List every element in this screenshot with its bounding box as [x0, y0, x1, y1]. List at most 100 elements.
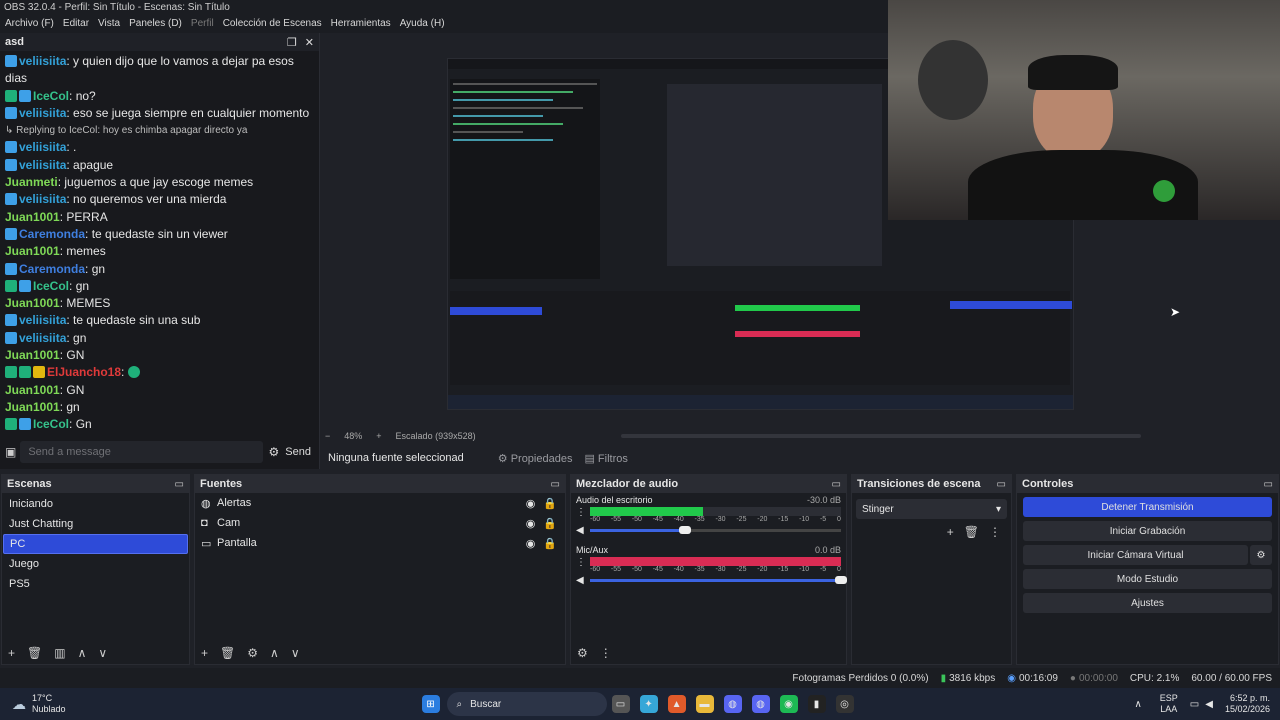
- obs-icon[interactable]: ◎: [835, 695, 854, 713]
- lock-icon[interactable]: 🔒: [543, 517, 557, 530]
- chat-app-icon[interactable]: ◍: [751, 695, 770, 713]
- brave-icon[interactable]: ▲: [667, 695, 686, 713]
- undock-icon[interactable]: ▭: [551, 479, 560, 490]
- float-dock-icon[interactable]: ❐: [287, 36, 297, 49]
- gear-icon[interactable]: ⚙: [1250, 545, 1272, 565]
- chat-username[interactable]: ElJuancho18: [47, 365, 121, 379]
- chat-username[interactable]: veliisiita: [19, 313, 66, 327]
- undock-icon[interactable]: ▭: [832, 479, 841, 490]
- filters-button[interactable]: ▤ Filtros: [584, 452, 627, 465]
- add-icon[interactable]: +: [201, 646, 208, 660]
- folder-icon[interactable]: ▬: [695, 695, 714, 713]
- trash-icon[interactable]: 🗑: [220, 646, 235, 660]
- chat-username[interactable]: IceCol: [33, 279, 69, 293]
- spotify-icon[interactable]: ◉: [779, 695, 798, 713]
- trash-icon[interactable]: 🗑: [964, 525, 979, 539]
- slider-handle[interactable]: [835, 575, 847, 584]
- chat-username[interactable]: Juan1001: [5, 296, 60, 310]
- chat-username[interactable]: veliisiita: [19, 54, 66, 68]
- settings-button[interactable]: Ajustes: [1023, 593, 1272, 613]
- audio-app-icon[interactable]: ▮: [807, 695, 826, 713]
- volume-slider[interactable]: [590, 575, 847, 584]
- discord-icon[interactable]: ◍: [723, 695, 742, 713]
- close-icon[interactable]: ✕: [305, 36, 314, 49]
- preview-scrollbar[interactable]: [621, 434, 1141, 438]
- scene-item[interactable]: PS5: [3, 574, 188, 594]
- chat-username[interactable]: Juan1001: [5, 210, 60, 224]
- properties-button[interactable]: ⚙ Propiedades: [498, 452, 573, 465]
- task-view-icon[interactable]: ▭: [611, 695, 630, 713]
- menu-item-1[interactable]: Editar: [63, 18, 89, 33]
- copilot-icon[interactable]: ✦: [639, 695, 658, 713]
- chat-username[interactable]: veliisiita: [19, 158, 66, 172]
- windows-start-icon[interactable]: ⊞: [421, 695, 440, 713]
- undock-icon[interactable]: ▭: [175, 479, 184, 490]
- chat-username[interactable]: Caremonda: [19, 227, 85, 241]
- volume-icon[interactable]: ◀: [1205, 699, 1213, 710]
- chat-username[interactable]: Juan1001: [5, 244, 60, 258]
- zoom-in-icon[interactable]: +: [376, 431, 381, 441]
- eye-icon[interactable]: ◉: [526, 537, 536, 550]
- source-item[interactable]: ▭ Pantalla ◉ 🔒: [195, 533, 565, 553]
- move-up-icon[interactable]: ∧: [78, 646, 87, 660]
- chat-username[interactable]: IceCol: [33, 89, 69, 103]
- gear-icon[interactable]: ⚙: [269, 445, 280, 459]
- scene-item[interactable]: Iniciando: [3, 494, 188, 514]
- undock-icon[interactable]: ▭: [997, 479, 1006, 490]
- emote-icon[interactable]: ▣: [5, 445, 16, 459]
- menu-item-5[interactable]: Colección de Escenas: [223, 18, 322, 33]
- eye-icon[interactable]: ◉: [526, 517, 536, 530]
- chat-username[interactable]: IceCol: [33, 417, 69, 431]
- menu-item-6[interactable]: Herramientas: [331, 18, 391, 33]
- scene-item[interactable]: Juego: [3, 554, 188, 574]
- menu-item-2[interactable]: Vista: [98, 18, 120, 33]
- more-icon[interactable]: ⋮: [576, 507, 590, 518]
- stop-streaming-button[interactable]: Detener Transmisión: [1023, 497, 1272, 517]
- mixer-settings-icon[interactable]: ⚙: [577, 646, 588, 660]
- scene-item[interactable]: PC: [3, 534, 188, 554]
- more-icon[interactable]: ⋮: [600, 646, 612, 660]
- menu-item-0[interactable]: Archivo (F): [5, 18, 54, 33]
- gear-icon[interactable]: ⚙: [247, 646, 258, 660]
- chevron-up-icon[interactable]: ∧: [1134, 699, 1141, 710]
- chat-username[interactable]: Juan1001: [5, 400, 60, 414]
- transition-select[interactable]: Stinger ▾: [856, 499, 1007, 519]
- eye-icon[interactable]: ◉: [526, 497, 536, 510]
- chat-username[interactable]: Juanmeti: [5, 175, 58, 189]
- menu-item-4[interactable]: Perfil: [191, 18, 214, 33]
- chat-message-list[interactable]: veliisiita: y quien dijo que lo vamos a …: [0, 53, 316, 433]
- chat-message-input[interactable]: Send a message: [20, 441, 263, 463]
- zoom-out-icon[interactable]: −: [325, 431, 330, 441]
- move-up-icon[interactable]: ∧: [270, 646, 279, 660]
- volume-slider[interactable]: [590, 525, 841, 534]
- filter-icon[interactable]: ▥: [54, 646, 65, 660]
- start-virtual-camera-button[interactable]: Iniciar Cámara Virtual: [1023, 545, 1248, 565]
- start-recording-button[interactable]: Iniciar Grabación: [1023, 521, 1272, 541]
- lock-icon[interactable]: 🔒: [543, 537, 557, 550]
- chat-username[interactable]: veliisiita: [19, 140, 66, 154]
- chat-username[interactable]: Juan1001: [5, 383, 60, 397]
- move-down-icon[interactable]: ∨: [98, 646, 107, 660]
- more-icon[interactable]: ⋮: [989, 525, 1001, 539]
- chat-username[interactable]: veliisiita: [19, 192, 66, 206]
- network-icon[interactable]: ▭: [1190, 699, 1199, 710]
- source-item[interactable]: ◘ Cam ◉ 🔒: [195, 513, 565, 533]
- source-item[interactable]: ◍ Alertas ◉ 🔒: [195, 493, 565, 513]
- trash-icon[interactable]: 🗑: [27, 646, 42, 660]
- chat-username[interactable]: Caremonda: [19, 262, 85, 276]
- move-down-icon[interactable]: ∨: [291, 646, 300, 660]
- undock-icon[interactable]: ▭: [1264, 479, 1273, 490]
- add-icon[interactable]: +: [947, 525, 954, 539]
- weather-widget[interactable]: ☁ 17°C Nublado: [12, 693, 66, 715]
- scene-item[interactable]: Just Chatting: [3, 514, 188, 534]
- speaker-icon[interactable]: ◀: [576, 525, 590, 536]
- speaker-icon[interactable]: ◀: [576, 575, 590, 586]
- more-icon[interactable]: ⋮: [576, 557, 590, 568]
- menu-item-7[interactable]: Ayuda (H): [400, 18, 445, 33]
- send-button[interactable]: Send: [285, 446, 311, 458]
- lock-icon[interactable]: 🔒: [543, 497, 557, 510]
- clock[interactable]: 6:52 p. m. 15/02/2026: [1225, 693, 1270, 715]
- language-indicator[interactable]: ESP LAA: [1160, 693, 1178, 715]
- chat-username[interactable]: veliisiita: [19, 331, 66, 345]
- slider-handle[interactable]: [679, 525, 692, 534]
